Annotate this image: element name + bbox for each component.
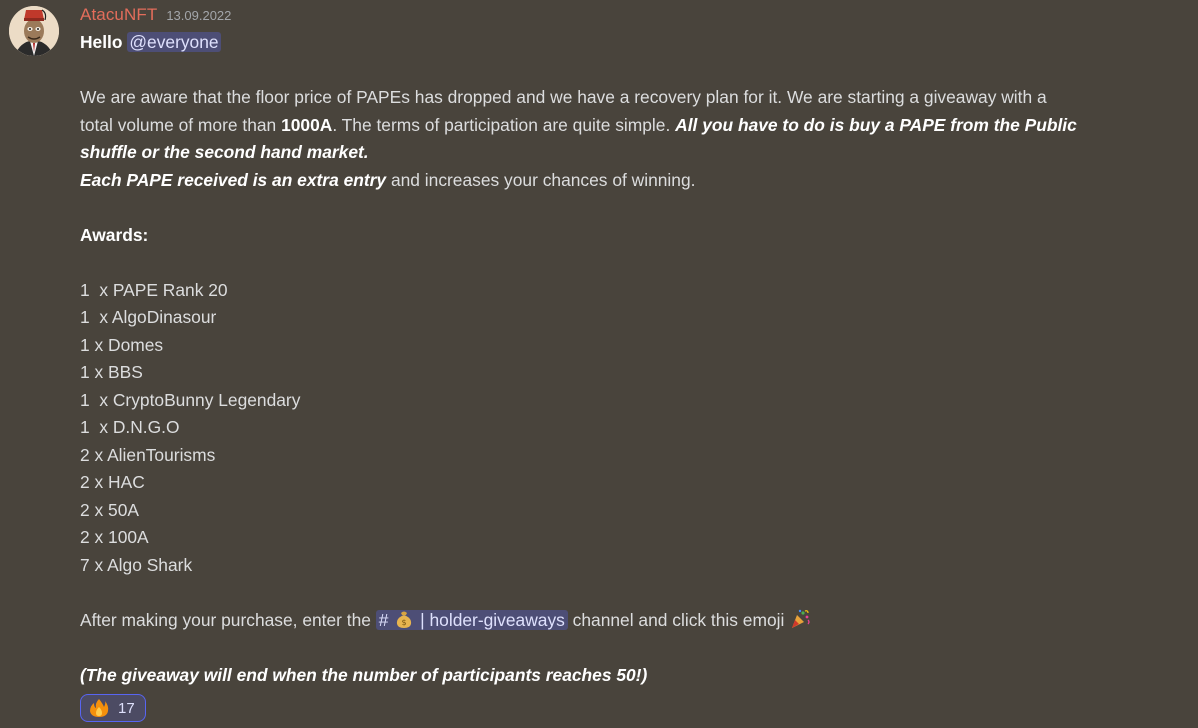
awards-heading: Awards: (80, 224, 149, 245)
award-item: 1 x AlgoDinasour (80, 307, 217, 327)
award-item: 1 x PAPE Rank 20 (80, 279, 228, 300)
greeting-text: Hello (80, 32, 123, 52)
bold-volume: 1000A (281, 114, 333, 135)
award-item: 1 x BBS (80, 362, 143, 382)
author-username[interactable]: AtacuNFT (80, 5, 157, 25)
fire-icon (90, 699, 109, 717)
message-body: Hello @everyone We are aware that the fl… (80, 29, 1160, 689)
reaction-count: 17 (118, 699, 135, 717)
message-content: AtacuNFT 13.09.2022 Hello @everyone We a… (80, 5, 1160, 689)
reaction-button[interactable]: 17 (80, 694, 146, 722)
footer-note-line: (The giveaway will end when the number o… (80, 662, 1160, 690)
award-item: 2 x AlienTourisms (80, 444, 216, 465)
cta-line: After making your purchase, enter the # … (80, 607, 1160, 635)
award-item: 7 x Algo Shark (80, 554, 193, 575)
paragraph-line-2: total volume of more than 1000A. The ter… (80, 112, 1160, 140)
svg-text:$: $ (402, 618, 407, 627)
avatar-image (9, 6, 59, 56)
chat-message: AtacuNFT 13.09.2022 Hello @everyone We a… (0, 0, 1198, 728)
text-segment: . The terms of participation are quite s… (332, 114, 676, 135)
awards-heading-line: Awards: (80, 222, 1160, 250)
award-item: 2 x 100A (80, 527, 149, 547)
awards-list: 1 x PAPE Rank 20 1 x AlgoDinasour 1 x Do… (80, 277, 1160, 580)
money-bag-icon: $ (397, 611, 412, 628)
greeting-line: Hello @everyone (80, 29, 1160, 57)
bold-italic-text: Each PAPE received is an extra entry (80, 169, 387, 190)
text-segment: channel and click this emoji (567, 609, 785, 630)
award-item: 1 x D.N.G.O (80, 417, 180, 437)
channel-name: | holder-giveaways (420, 609, 565, 630)
everyone-mention[interactable]: @everyone (127, 32, 221, 52)
text-segment: total volume of more than (80, 114, 282, 135)
hash-icon: # (378, 609, 389, 630)
party-popper-icon (792, 609, 810, 628)
message-header: AtacuNFT 13.09.2022 (80, 5, 1160, 29)
paragraph-line-1: We are aware that the floor price of PAP… (80, 87, 1047, 107)
channel-link[interactable]: # $ | holder-giveaways (375, 609, 568, 630)
paragraph-line-3: shuffle or the second hand market. (80, 139, 1160, 167)
bold-italic-text: All you have to do is buy a PAPE from th… (675, 114, 1077, 135)
footer-note: (The giveaway will end when the number o… (80, 664, 648, 685)
text-segment: and increases your chances of winning. (386, 169, 696, 190)
bold-italic-text: shuffle or the second hand market. (80, 142, 369, 162)
paragraph-line-4: Each PAPE received is an extra entry and… (80, 167, 1160, 195)
user-avatar[interactable] (9, 6, 59, 56)
text-segment: After making your purchase, enter the (80, 609, 376, 630)
message-timestamp[interactable]: 13.09.2022 (166, 8, 231, 23)
award-item: 2 x 50A (80, 499, 139, 520)
award-item: 1 x Domes (80, 334, 164, 355)
award-item: 1 x CryptoBunny Legendary (80, 389, 301, 410)
award-item: 2 x HAC (80, 472, 145, 492)
